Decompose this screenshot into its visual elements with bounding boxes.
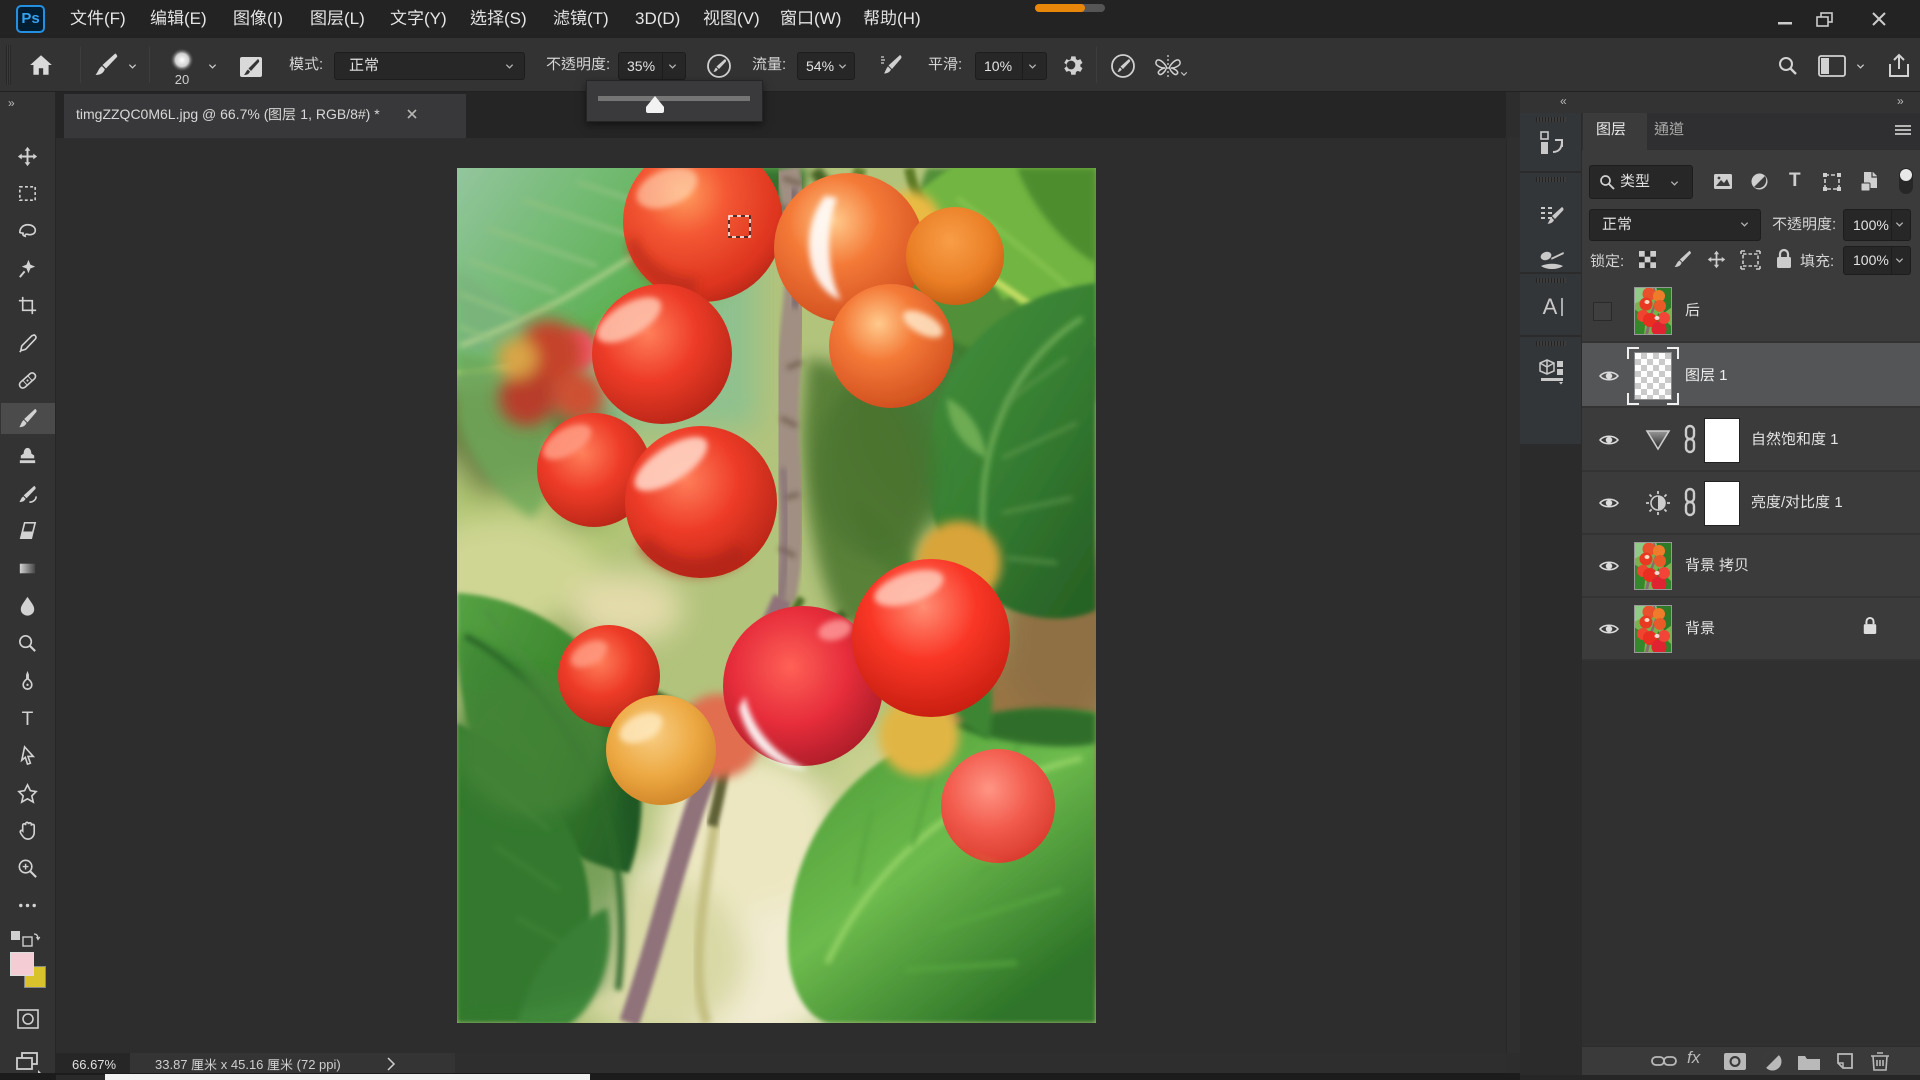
svg-text:T: T <box>22 709 34 730</box>
svg-text:A: A <box>1543 294 1558 319</box>
